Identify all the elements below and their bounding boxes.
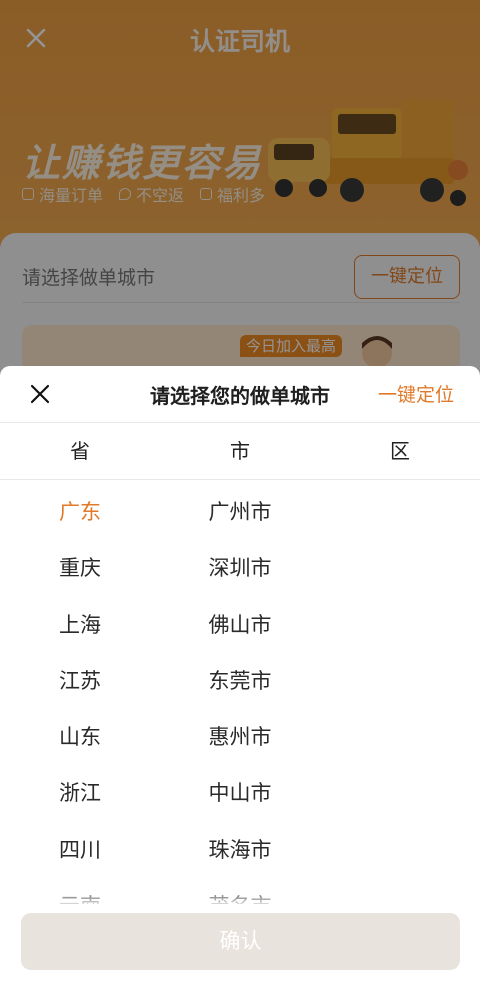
city-item[interactable]: 东莞市 xyxy=(180,653,300,709)
tab-province[interactable]: 省 xyxy=(0,423,160,479)
sheet-header: 请选择您的做单城市 一键定位 xyxy=(0,366,480,422)
picker-column-tabs: 省 市 区 xyxy=(0,422,480,480)
city-picker-sheet: 请选择您的做单城市 一键定位 省 市 区 广东 重庆 上海 江苏 山东 浙江 四… xyxy=(0,366,480,981)
province-item[interactable]: 四川 xyxy=(30,822,130,878)
city-item[interactable]: 深圳市 xyxy=(180,540,300,596)
city-item[interactable]: 珠海市 xyxy=(180,822,300,878)
province-item[interactable]: 重庆 xyxy=(30,540,130,596)
city-item[interactable]: 惠州市 xyxy=(180,709,300,765)
list-fade xyxy=(0,886,480,908)
city-item[interactable]: 广州市 xyxy=(180,484,300,540)
province-item[interactable]: 广东 xyxy=(30,484,130,540)
province-item[interactable]: 山东 xyxy=(30,709,130,765)
tab-city[interactable]: 市 xyxy=(160,423,320,479)
city-item[interactable]: 佛山市 xyxy=(180,597,300,653)
province-item[interactable]: 江苏 xyxy=(30,653,130,709)
city-item[interactable]: 中山市 xyxy=(180,765,300,821)
province-item[interactable]: 浙江 xyxy=(30,765,130,821)
city-list[interactable]: 广州市 深圳市 佛山市 东莞市 惠州市 中山市 珠海市 茂名市 xyxy=(180,484,330,904)
locate-button[interactable]: 一键定位 xyxy=(378,380,454,407)
province-list[interactable]: 广东 重庆 上海 江苏 山东 浙江 四川 云南 xyxy=(30,484,150,904)
tab-district[interactable]: 区 xyxy=(320,423,480,479)
confirm-button[interactable]: 确认 xyxy=(21,913,460,970)
province-item[interactable]: 上海 xyxy=(30,597,130,653)
